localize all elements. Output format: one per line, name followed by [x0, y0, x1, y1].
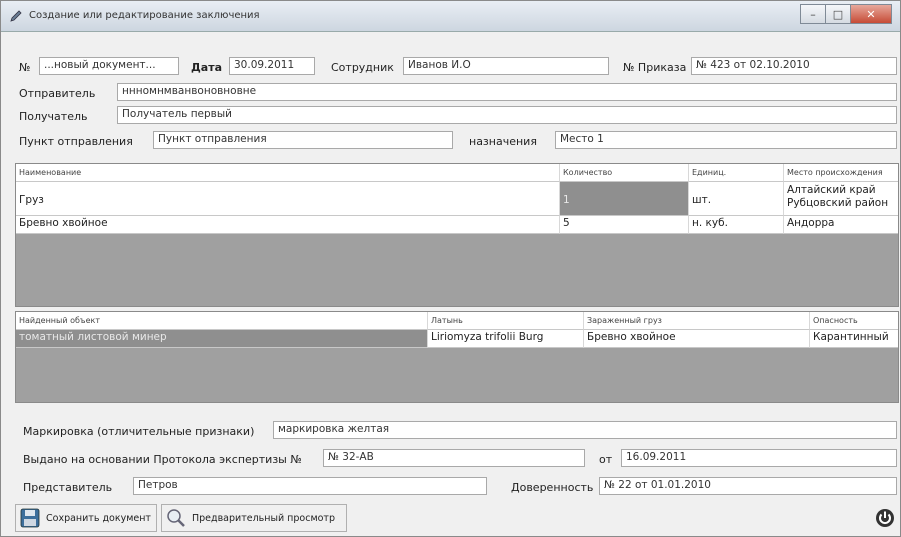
date-field[interactable]: 30.09.2011: [229, 57, 315, 75]
cargo-header-origin[interactable]: Место происхождения: [784, 164, 898, 182]
date-label: Дата: [191, 61, 223, 74]
save-document-button[interactable]: Сохранить документ: [15, 504, 157, 532]
issued-date-field[interactable]: 16.09.2011: [621, 449, 897, 467]
employee-label: Сотрудник: [331, 61, 394, 74]
objects-header-latin[interactable]: Латынь: [428, 312, 584, 330]
sender-label: Отправитель: [19, 87, 96, 100]
table-row-cell-origin[interactable]: Алтайский край Рубцовский район: [784, 182, 898, 216]
table-row-cell-name[interactable]: Груз: [16, 182, 560, 216]
cargo-table[interactable]: Наименование Количество Единиц. Место пр…: [15, 163, 899, 307]
table-row-cell-latin[interactable]: Liriomyza trifolii Burg: [428, 330, 584, 348]
maximize-button[interactable]: □: [825, 4, 851, 24]
issued-field[interactable]: № 32-АВ: [323, 449, 585, 467]
table-row-cell-name[interactable]: Бревно хвойное: [16, 216, 560, 234]
origin-field[interactable]: Пункт отправления: [153, 131, 453, 149]
cargo-header-qty[interactable]: Количество: [560, 164, 689, 182]
table-row-cell-origin[interactable]: Андорра: [784, 216, 898, 234]
proxy-label: Доверенность: [511, 481, 594, 494]
destination-field[interactable]: Место 1: [555, 131, 897, 149]
issued-label: Выдано на основании Протокола экспертизы…: [23, 453, 302, 466]
origin-line-1: Алтайский край: [787, 184, 876, 196]
objects-header-object[interactable]: Найденный объект: [16, 312, 428, 330]
dialog-window: Создание или редактирование заключения –…: [0, 0, 901, 537]
table-row-cell-qty[interactable]: 1: [560, 182, 689, 216]
employee-field[interactable]: Иванов И.О: [403, 57, 609, 75]
objects-table[interactable]: Найденный объект Латынь Зараженный груз …: [15, 311, 899, 403]
preview-button[interactable]: Предварительный просмотр: [161, 504, 347, 532]
cargo-header-unit[interactable]: Единиц.: [689, 164, 784, 182]
table-row-cell-cargo[interactable]: Бревно хвойное: [584, 330, 810, 348]
table-row-cell-danger[interactable]: Карантинный: [810, 330, 898, 348]
pen-icon: [10, 10, 22, 22]
preview-label: Предварительный просмотр: [192, 512, 335, 524]
table-row-cell-unit[interactable]: шт.: [689, 182, 784, 216]
table-row-cell-qty[interactable]: 5: [560, 216, 689, 234]
action-bar: Сохранить документ Предварительный просм…: [1, 498, 900, 536]
table-row-cell-object[interactable]: томатный листовой минер: [16, 330, 428, 348]
issued-date-label: от: [599, 453, 613, 466]
save-document-label: Сохранить документ: [46, 512, 151, 524]
objects-header-cargo[interactable]: Зараженный груз: [584, 312, 810, 330]
cargo-header-name[interactable]: Наименование: [16, 164, 560, 182]
proxy-field[interactable]: № 22 от 01.01.2010: [599, 477, 897, 495]
minimize-button[interactable]: –: [800, 4, 826, 24]
marking-field[interactable]: маркировка желтая: [273, 421, 897, 439]
number-field[interactable]: ...новый документ...: [39, 57, 179, 75]
destination-label: назначения: [469, 135, 537, 148]
marking-label: Маркировка (отличительные признаки): [23, 425, 255, 438]
order-field[interactable]: № 423 от 02.10.2010: [691, 57, 897, 75]
power-icon[interactable]: [875, 508, 895, 528]
magnifier-icon: [167, 509, 185, 527]
order-label: № Приказа: [623, 61, 687, 74]
sender-field[interactable]: ннномнмванвоновновне: [117, 83, 897, 101]
origin-line-2: Рубцовский район: [787, 197, 889, 209]
floppy-disk-icon: [20, 508, 40, 528]
title-bar[interactable]: Создание или редактирование заключения –…: [1, 1, 900, 32]
close-button[interactable]: ✕: [850, 4, 892, 24]
number-label: №: [19, 61, 31, 74]
recipient-label: Получатель: [19, 110, 88, 123]
window-title: Создание или редактирование заключения: [29, 10, 260, 21]
representative-label: Представитель: [23, 481, 113, 494]
objects-header-danger[interactable]: Опасность: [810, 312, 898, 330]
origin-label: Пункт отправления: [19, 135, 133, 148]
recipient-field[interactable]: Получатель первый: [117, 106, 897, 124]
table-row-cell-unit[interactable]: н. куб.: [689, 216, 784, 234]
representative-field[interactable]: Петров: [133, 477, 487, 495]
